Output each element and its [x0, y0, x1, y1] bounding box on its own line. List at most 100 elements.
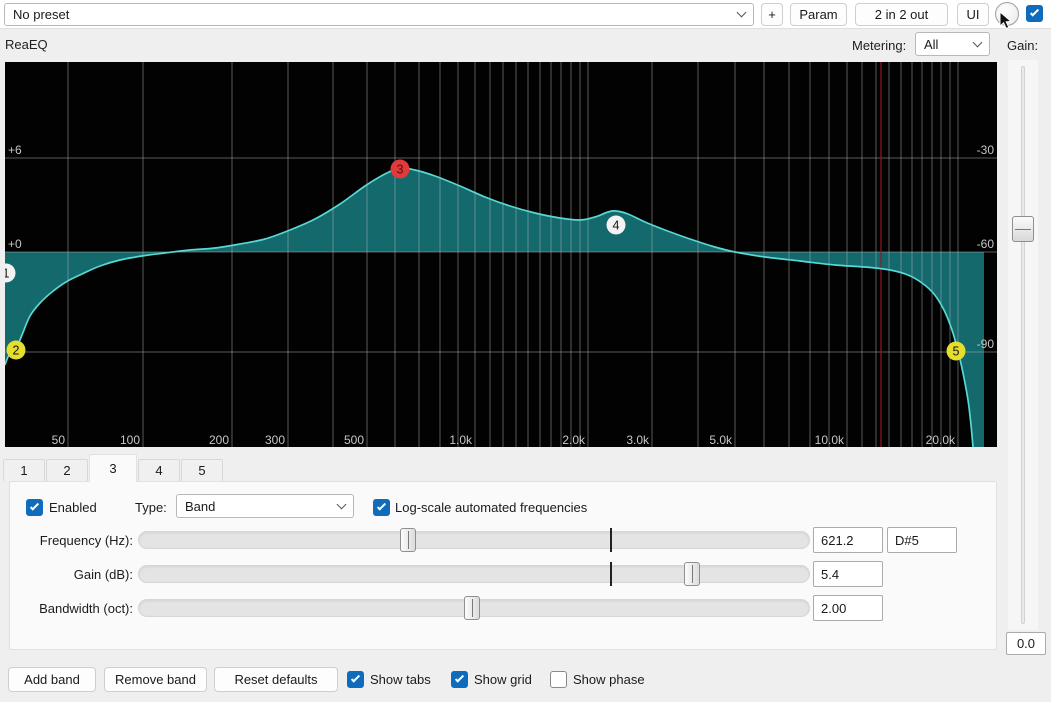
tab-label: 2: [63, 463, 71, 478]
gain-tick-label: +6: [8, 143, 22, 157]
tab-band-4[interactable]: 4: [138, 459, 180, 481]
meter-tick-label: -90: [977, 337, 995, 351]
frequency-center-tick: [610, 528, 612, 552]
band-type-label: Type:: [135, 500, 167, 515]
tab-label: 3: [109, 461, 117, 476]
tab-label: 1: [20, 463, 28, 478]
chevron-down-icon: [736, 7, 747, 18]
chevron-down-icon: [972, 37, 983, 47]
output-gain-slider-track[interactable]: [1021, 66, 1025, 624]
freq-tick-label: 300: [265, 433, 285, 447]
reset-defaults-button[interactable]: Reset defaults: [214, 667, 338, 692]
frequency-note-value: D#5: [895, 532, 919, 548]
show-phase-label: Show phase: [573, 672, 645, 687]
eq-graph[interactable]: 50 100 200 300 500 1.0k 2.0k 3.0k 5.0k 10.0k 20.0k…: [0, 62, 997, 448]
param-button-label: Param: [799, 7, 838, 22]
add-band-button[interactable]: Add band: [8, 667, 96, 692]
check-icon: [29, 501, 40, 511]
frequency-value-field[interactable]: 621.2: [813, 527, 883, 553]
tab-band-1[interactable]: 1: [3, 459, 45, 481]
add-band-label: Add band: [24, 672, 80, 687]
band-handle-5[interactable]: 5: [946, 341, 966, 361]
output-gain-value-field[interactable]: 0.0: [1006, 632, 1046, 655]
band-handle-number: 2: [13, 344, 20, 358]
output-gain-slider-thumb[interactable]: [1012, 216, 1034, 242]
freq-tick-label: 20.0k: [926, 433, 956, 447]
eq-response-svg: 50 100 200 300 500 1.0k 2.0k 3.0k 5.0k 10.0k 20.0k…: [0, 62, 997, 448]
freq-tick-label: 500: [344, 433, 364, 447]
band-gain-value: 5.4: [821, 566, 840, 582]
io-routing-button[interactable]: 2 in 2 out: [855, 3, 948, 26]
mouse-cursor: [999, 11, 1013, 30]
freq-tick-label: 200: [209, 433, 229, 447]
plus-icon: +: [768, 7, 776, 22]
bandwidth-slider-thumb[interactable]: [464, 596, 480, 620]
check-icon: [376, 501, 387, 511]
remove-band-button[interactable]: Remove band: [104, 667, 207, 692]
remove-band-label: Remove band: [115, 672, 196, 687]
log-scale-label: Log-scale automated frequencies: [395, 500, 588, 515]
plugin-title: ReaEQ: [5, 37, 48, 52]
log-scale-checkbox[interactable]: [373, 499, 390, 516]
freq-tick-label: 3.0k: [626, 433, 650, 447]
io-button-label: 2 in 2 out: [874, 7, 929, 22]
tab-band-5[interactable]: 5: [181, 459, 223, 481]
show-tabs-label: Show tabs: [370, 672, 431, 687]
bandwidth-value-field[interactable]: 2.00: [813, 595, 883, 621]
band-handle-number: 4: [613, 219, 620, 233]
metering-value: All: [924, 36, 939, 52]
show-phase-checkbox[interactable]: [550, 671, 567, 688]
band-gain-value-field[interactable]: 5.4: [813, 561, 883, 587]
preset-dropdown[interactable]: No preset: [4, 3, 754, 26]
meter-tick-label: -60: [977, 237, 995, 251]
gain-tick-label: +0: [8, 237, 22, 251]
frequency-slider-track[interactable]: [138, 531, 810, 549]
metering-label: Metering:: [852, 38, 907, 53]
band-type-dropdown[interactable]: Band: [176, 494, 354, 518]
output-gain-value: 0.0: [1016, 636, 1036, 651]
band-handle-number: 1: [5, 267, 10, 281]
show-grid-label: Show grid: [474, 672, 532, 687]
param-button[interactable]: Param: [790, 3, 847, 26]
frequency-label: Frequency (Hz):: [39, 533, 133, 548]
show-tabs-checkbox[interactable]: [347, 671, 364, 688]
add-preset-button[interactable]: +: [761, 3, 783, 26]
bandwidth-label: Bandwidth (oct):: [39, 601, 133, 616]
tab-label: 4: [155, 463, 163, 478]
band-enabled-label: Enabled: [49, 500, 97, 515]
check-icon: [454, 673, 465, 683]
metering-dropdown[interactable]: All: [915, 32, 990, 56]
freq-tick-label: 10.0k: [815, 433, 845, 447]
reset-defaults-label: Reset defaults: [234, 672, 318, 687]
fx-enabled-checkbox[interactable]: [1026, 5, 1043, 22]
check-icon: [350, 673, 361, 683]
tab-band-3[interactable]: 3: [89, 454, 137, 482]
band-gain-center-tick: [610, 562, 612, 586]
band-handle-2[interactable]: 2: [6, 340, 26, 360]
eq-fill-area: [5, 167, 984, 447]
band-enabled-checkbox[interactable]: [26, 499, 43, 516]
band-gain-slider-track[interactable]: [138, 565, 810, 583]
gain-label: Gain:: [1007, 38, 1039, 53]
band-handle-number: 3: [397, 163, 404, 177]
band-handle-3[interactable]: 3: [390, 159, 410, 179]
band-handle-4[interactable]: 4: [606, 215, 626, 235]
show-grid-checkbox[interactable]: [451, 671, 468, 688]
tab-band-2[interactable]: 2: [46, 459, 88, 481]
preset-value: No preset: [13, 7, 70, 22]
frequency-note-field[interactable]: D#5: [887, 527, 957, 553]
meter-tick-label: -30: [977, 143, 995, 157]
frequency-slider-thumb[interactable]: [400, 528, 416, 552]
freq-tick-label: 1.0k: [449, 433, 473, 447]
freq-tick-label: 50: [52, 433, 66, 447]
ui-toggle-button[interactable]: UI: [957, 3, 989, 26]
band-type-value: Band: [185, 498, 216, 514]
band-handle-number: 5: [953, 345, 960, 359]
frequency-value: 621.2: [821, 532, 854, 548]
freq-tick-label: 2.0k: [562, 433, 586, 447]
band-gain-slider-thumb[interactable]: [684, 562, 700, 586]
freq-tick-label: 100: [120, 433, 140, 447]
ui-button-label: UI: [966, 7, 980, 22]
chevron-down-icon: [336, 499, 347, 509]
freq-tick-label: 5.0k: [709, 433, 733, 447]
